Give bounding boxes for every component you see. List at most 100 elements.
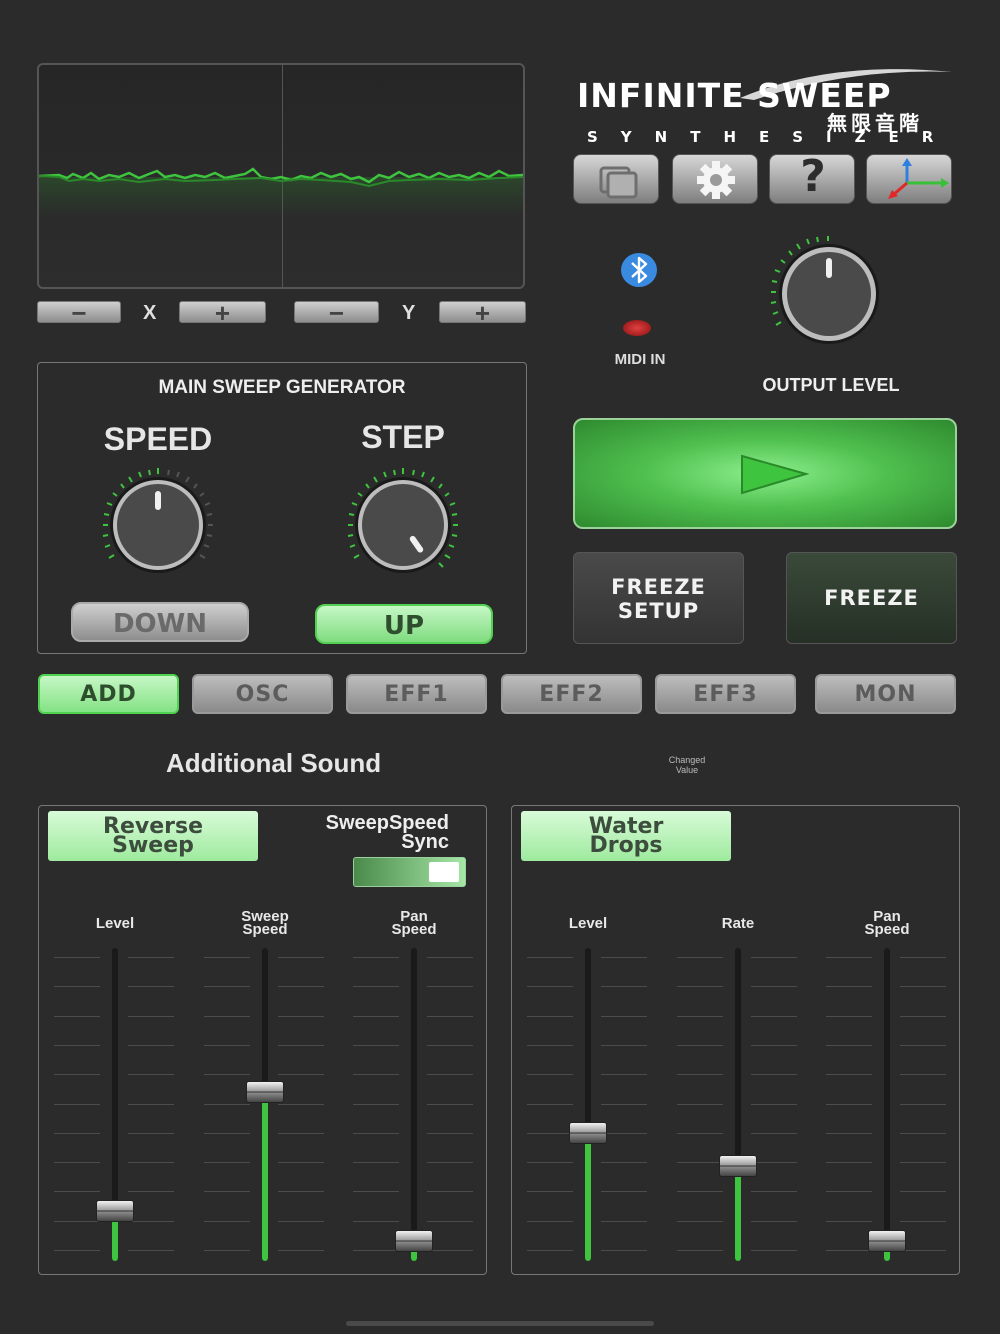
fader-tick [54, 1132, 100, 1134]
fader-tick [353, 1044, 399, 1046]
fader-tick [751, 1074, 797, 1076]
fader-handle[interactable] [96, 1200, 134, 1223]
fader-label: Level [528, 916, 648, 931]
fader-tick [527, 1220, 573, 1222]
step-knob[interactable] [341, 463, 465, 587]
fader-tick [427, 1250, 473, 1251]
fader-tick [353, 1220, 399, 1222]
fader-tick [527, 986, 573, 988]
fader-tick [900, 1132, 946, 1134]
play-button[interactable] [573, 418, 957, 529]
fader-tick [601, 1191, 647, 1193]
fader-handle[interactable] [868, 1230, 906, 1253]
y-zoom-out-button[interactable]: − [294, 300, 379, 326]
fader-tick [278, 986, 324, 988]
changed-value-indicator: Changed Value [654, 755, 720, 775]
fader-tick [527, 1250, 573, 1251]
fader-tick [527, 1015, 573, 1017]
step-label: STEP [361, 419, 445, 455]
fader-tick [900, 1220, 946, 1222]
output-level-label: OUTPUT LEVEL [762, 375, 900, 395]
fader-tick [751, 1162, 797, 1164]
fader-tick [54, 1015, 100, 1017]
changed-line2: Value [675, 765, 699, 775]
fader-tick [677, 957, 723, 958]
x-zoom-in-button[interactable]: + [179, 300, 266, 326]
fader-tick [204, 1162, 250, 1164]
fader-tick [751, 1103, 797, 1105]
play-icon [741, 454, 809, 495]
settings-button[interactable] [672, 154, 758, 204]
fader-tick [128, 1044, 174, 1046]
fader-tick [278, 1162, 324, 1164]
fader-label-line2: Speed [242, 921, 288, 938]
tab-osc[interactable]: OSC [192, 674, 333, 714]
oscilloscope-display [37, 63, 525, 289]
fader-tick [601, 986, 647, 988]
speed-knob[interactable] [96, 463, 220, 587]
section-title: Additional Sound [166, 748, 382, 778]
fader-tick [278, 957, 324, 958]
down-button[interactable]: DOWN [71, 602, 249, 642]
tab-add[interactable]: ADD [38, 674, 179, 714]
fader-tick [128, 986, 174, 988]
freeze-setup-button[interactable]: FREEZE SETUP [573, 552, 744, 644]
tab-eff2[interactable]: EFF2 [501, 674, 642, 714]
fader-tick [751, 1044, 797, 1046]
fader-handle[interactable] [569, 1122, 607, 1145]
axes-icon [888, 158, 949, 199]
fader-tick [128, 1074, 174, 1076]
fader-tick [751, 1220, 797, 1222]
fader-label: Rate [678, 916, 798, 931]
fader-tick [427, 1103, 473, 1105]
fader-tick [751, 1015, 797, 1017]
fader-tick [826, 1132, 872, 1134]
fader-tick [427, 986, 473, 988]
up-button[interactable]: UP [315, 604, 493, 644]
fader-tick [677, 1250, 723, 1251]
fader-tick [677, 1074, 723, 1076]
midi-in-led [623, 320, 651, 336]
fader-tick [527, 957, 573, 958]
fader-tick [54, 1044, 100, 1046]
copy-icon [599, 166, 638, 199]
axes-button[interactable] [866, 154, 952, 204]
fader-handle[interactable] [246, 1080, 284, 1103]
fader-track[interactable] [884, 948, 890, 1261]
help-button[interactable]: ? [769, 151, 855, 204]
y-zoom-in-button[interactable]: + [439, 300, 526, 326]
fader-tick [278, 1044, 324, 1046]
fader-tick [751, 957, 797, 958]
fader-tick [353, 957, 399, 958]
x-zoom-out-button[interactable]: − [37, 300, 121, 326]
fader-tick [54, 957, 100, 958]
tab-mon[interactable]: MON [815, 674, 956, 714]
fader-tick [204, 1015, 250, 1017]
fader-handle[interactable] [395, 1230, 433, 1253]
fader-tick [353, 1103, 399, 1105]
fader-tick [601, 1220, 647, 1222]
fader-track[interactable] [411, 948, 417, 1261]
output-level-knob[interactable] [765, 230, 891, 356]
fader-handle[interactable] [719, 1155, 757, 1178]
fader-tick [204, 1250, 250, 1251]
fader-tick [128, 1220, 174, 1222]
fader-tick [826, 1162, 872, 1164]
generator-title: MAIN SWEEP GENERATOR [158, 377, 406, 398]
fader-tick [826, 1250, 872, 1251]
bluetooth-icon[interactable] [620, 252, 658, 288]
fader-tick [204, 1074, 250, 1076]
fader-label: Level [55, 916, 175, 931]
fader-tick [204, 1191, 250, 1193]
fader-tick [54, 986, 100, 988]
fader-label: Pan Speed [354, 909, 474, 937]
fader-tick [278, 1191, 324, 1193]
freeze-button[interactable]: FREEZE [786, 552, 957, 644]
tab-eff1[interactable]: EFF1 [346, 674, 487, 714]
presets-button[interactable] [573, 154, 659, 204]
fader-tick [353, 1015, 399, 1017]
tab-eff3[interactable]: EFF3 [655, 674, 796, 714]
fader-tick [128, 1103, 174, 1105]
fader-tick [427, 1044, 473, 1046]
fader-tick [601, 1250, 647, 1251]
